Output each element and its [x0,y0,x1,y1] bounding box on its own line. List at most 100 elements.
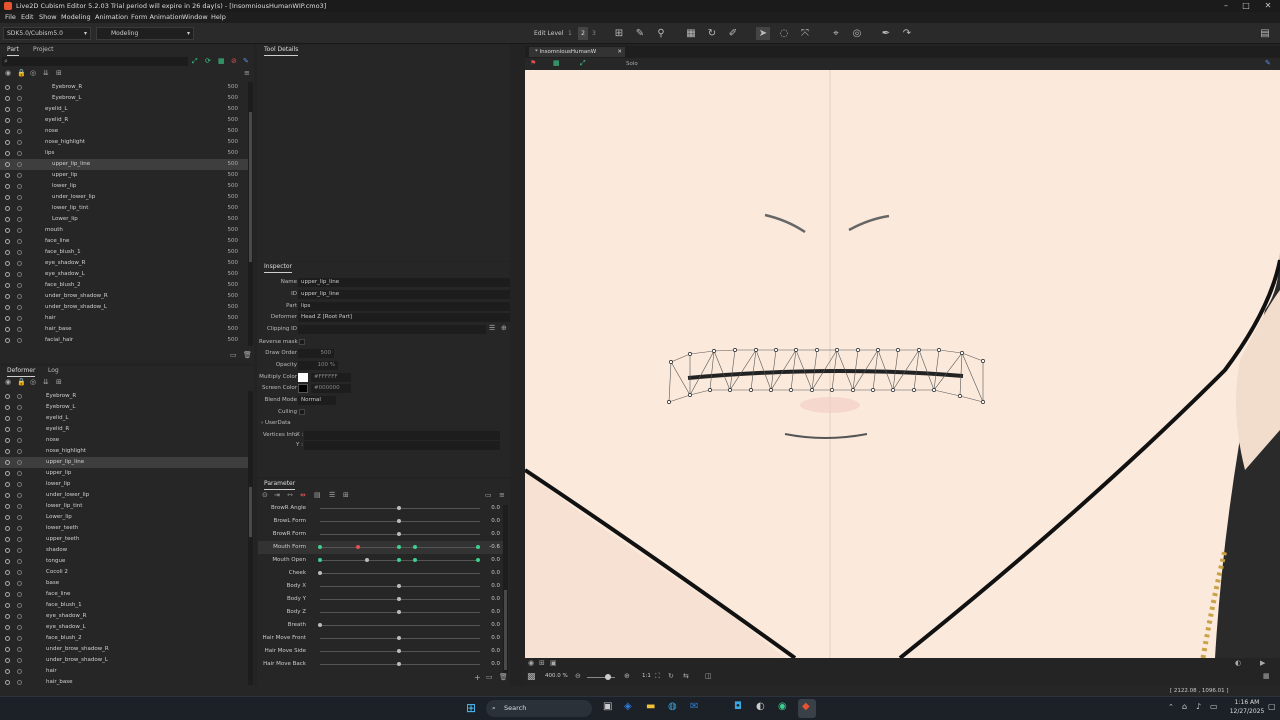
vertices-y-field[interactable] [304,441,500,450]
visibility-eye-icon[interactable] [5,449,10,454]
parameter-row[interactable]: Body Z 0.0 [258,606,508,619]
parameter-value[interactable]: 0.0 [491,528,500,541]
parameter-slider-handle[interactable] [365,558,370,562]
visibility-eye-icon[interactable] [5,316,10,321]
visibility-eye-icon[interactable] [5,515,10,520]
lock-circle-icon[interactable] [17,493,22,498]
menu-icon[interactable]: ≡ [499,491,505,499]
parameter-value[interactable]: -0.6 [489,541,500,554]
lock-circle-icon[interactable] [17,570,22,575]
trash-icon[interactable]: 🗑 [499,673,508,681]
rotate-icon[interactable]: ↻ [705,27,719,40]
chrome-icon[interactable]: ◉ [778,701,787,712]
deformer-row[interactable]: Eyebrow_R [0,391,248,402]
visibility-eye-icon[interactable] [5,438,10,443]
play-icon[interactable]: ⊙ [262,491,268,499]
checker-icon[interactable]: ▩ [527,672,536,682]
deformer-row[interactable]: nose_highlight [0,446,248,457]
part-row[interactable]: under_brow_shadow_R 500 [0,291,248,302]
visibility-eye-icon[interactable] [5,184,10,189]
lock-circle-icon[interactable] [17,338,22,343]
lock-circle-icon[interactable] [17,129,22,134]
parameter-row[interactable]: Mouth Form -0.6 [258,541,508,554]
keyform-dot[interactable] [397,545,401,549]
tab-project[interactable]: Project [33,45,54,55]
part-row[interactable]: face_line 500 [0,236,248,247]
refresh-icon[interactable]: ⟳ [205,57,211,65]
expand-icon[interactable]: ⤢ [192,57,198,66]
pen-icon[interactable]: ✎ [243,57,249,65]
copilot-icon[interactable]: ◈ [624,701,632,712]
part-row[interactable]: upper_lip_line 500 [0,159,248,170]
parameter-slider-handle[interactable] [397,610,401,614]
lock-circle-icon[interactable] [17,625,22,630]
deformer-row[interactable]: shadow [0,545,248,556]
grid-small-icon[interactable]: ▦ [218,57,225,65]
part-row[interactable]: eyelid_L 500 [0,104,248,115]
visibility-eye-icon[interactable] [5,416,10,421]
lock-circle-icon[interactable] [17,680,22,685]
parameter-slider-track[interactable] [320,625,480,626]
cubism-taskbar-button[interactable]: ◆ [798,699,816,718]
deformer-row[interactable]: eyelid_R [0,424,248,435]
task-view-icon[interactable]: ▣ [603,701,612,712]
list-icon[interactable]: ▤ [314,491,321,499]
pin-icon[interactable]: ⌖ [829,27,843,40]
parameter-slider-handle[interactable] [397,662,401,666]
part-row[interactable]: lower_lip 500 [0,181,248,192]
deformer-row[interactable]: Lower_lip [0,512,248,523]
visibility-eye-icon[interactable] [5,482,10,487]
tab-part[interactable]: Part [7,45,19,56]
menu-edit[interactable]: Edit [21,12,34,23]
visibility-eye-icon[interactable] [5,669,10,674]
part-select[interactable]: lips [298,302,510,311]
layout-green-icon[interactable]: ▦ [553,59,560,67]
rotate-view-icon[interactable]: ↻ [668,672,674,680]
zoom-out-icon[interactable]: ⊖ [575,672,581,680]
visibility-eye-icon[interactable] [5,272,10,277]
visibility-eye-icon[interactable] [5,294,10,299]
parameter-value[interactable]: 0.0 [491,515,500,528]
visibility-eye-icon[interactable] [5,85,10,90]
visibility-eye-icon[interactable] [5,107,10,112]
deformer-row[interactable]: eye_shadow_R [0,611,248,622]
ratio-button[interactable]: 1:1 [642,673,651,679]
deformer-row[interactable]: eyelid_L [0,413,248,424]
part-row[interactable]: eye_shadow_R 500 [0,258,248,269]
display-mode-icon[interactable]: ◫ [705,672,712,680]
network-icon[interactable]: ⌂ [1182,702,1187,711]
steam-icon[interactable]: ◐ [756,701,765,712]
visibility-eye-icon[interactable] [5,195,10,200]
part-row[interactable]: mouth 500 [0,225,248,236]
redo-curve-icon[interactable]: ↷ [900,27,914,40]
visibility-eye-icon[interactable] [5,228,10,233]
parameter-value[interactable]: 0.0 [491,593,500,606]
layout-icon[interactable]: ▤ [1258,27,1272,40]
copy-icon[interactable]: ▭ [486,673,493,681]
solo-toggle[interactable]: Solo [626,58,638,70]
userdata-toggle[interactable]: › UserData [261,418,291,429]
deformer-row[interactable]: lower_lip [0,479,248,490]
visibility-eye-icon[interactable] [5,460,10,465]
part-row[interactable]: hair_base 500 [0,324,248,335]
part-row[interactable]: lower_lip_tint 500 [0,203,248,214]
lock-circle-icon[interactable] [17,228,22,233]
parameter-row[interactable]: Mouth Open 0.0 [258,554,508,567]
part-row[interactable]: nose_highlight 500 [0,137,248,148]
deformer-row[interactable]: tongue [0,556,248,567]
grid-icon[interactable]: ▦ [684,27,698,40]
deformer-row[interactable]: lower_teeth [0,523,248,534]
clock-date[interactable]: 12/27/2025 [1226,708,1268,715]
parameter-row[interactable]: Body X 0.0 [258,580,508,593]
keyform-dot[interactable] [412,545,417,549]
lock-circle-icon[interactable] [17,272,22,277]
sdk-select[interactable]: SDK5.0/Cubism5.0 ▾ [3,27,91,40]
lock-circle-icon[interactable] [17,504,22,509]
menu-animation[interactable]: Animation [95,12,128,23]
part-row[interactable]: Eyebrow_L 500 [0,93,248,104]
parameter-value[interactable]: 0.0 [491,632,500,645]
visibility-eye-icon[interactable] [5,680,10,685]
add-icon[interactable]: + [474,673,481,682]
collapse-icon[interactable]: ⇊ [43,69,49,77]
parameter-slider-handle[interactable] [397,532,401,536]
